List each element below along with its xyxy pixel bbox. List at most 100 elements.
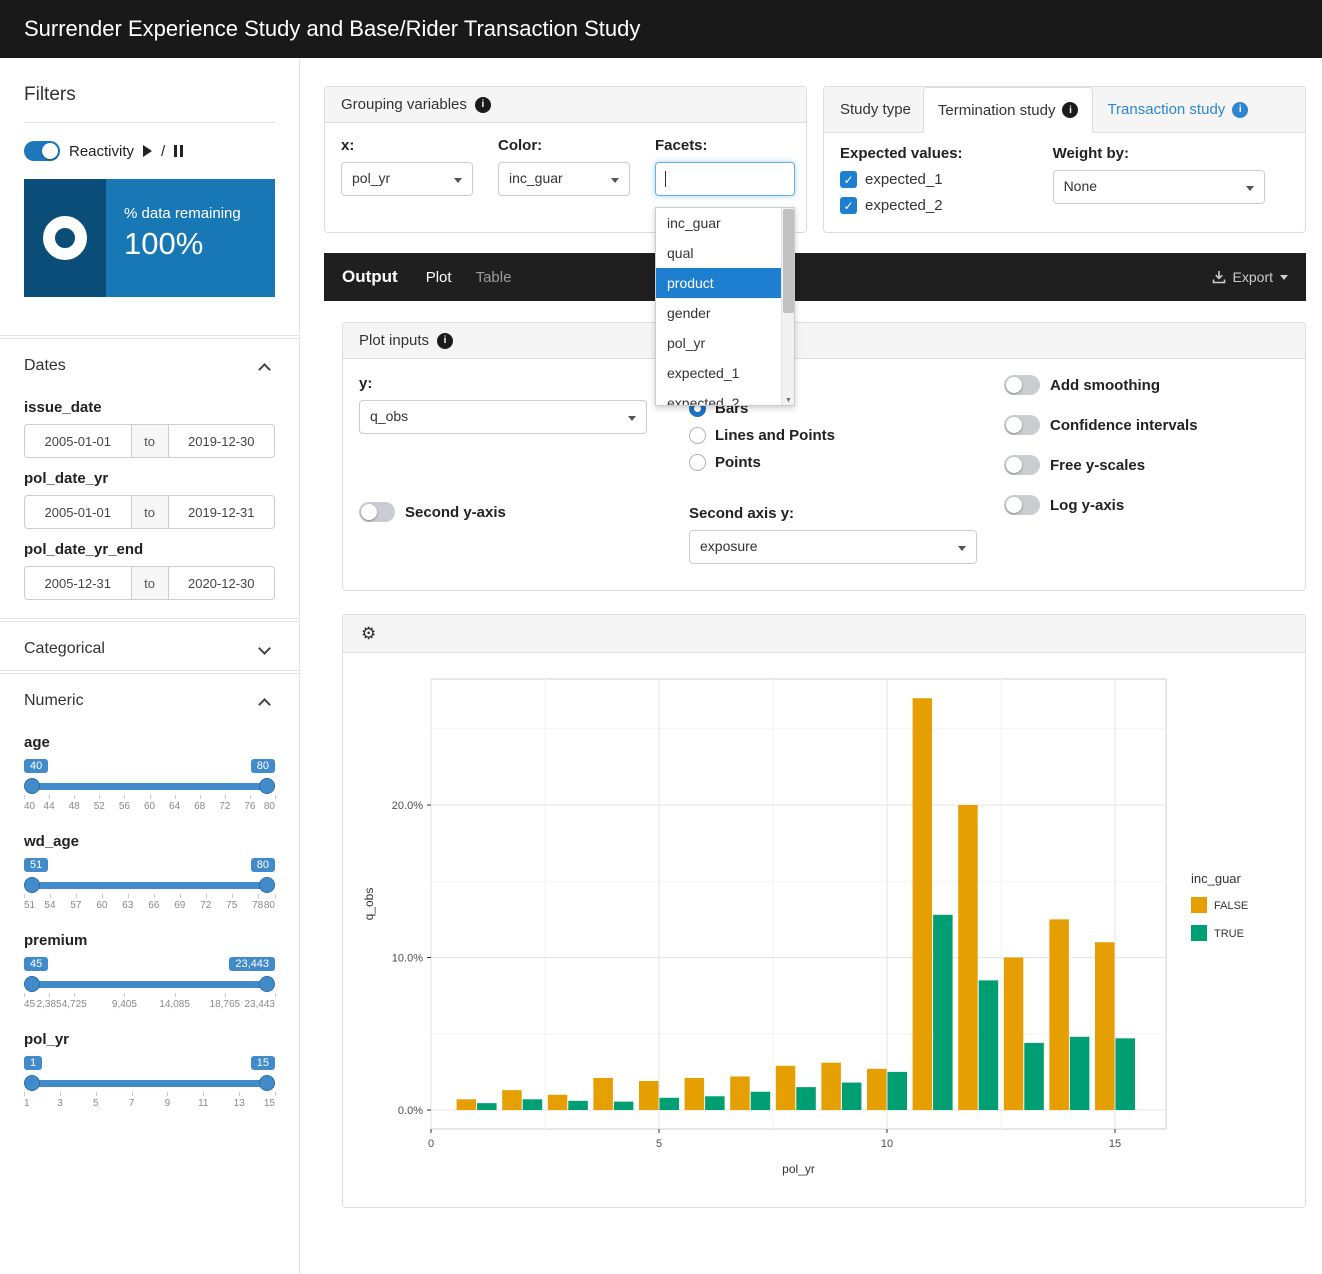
facet-option[interactable]: expected_2 <box>656 388 794 406</box>
play-icon[interactable] <box>143 145 152 157</box>
toggle-switch[interactable] <box>1004 455 1040 475</box>
toggle-confidence-intervals[interactable]: Confidence intervals <box>1004 415 1289 435</box>
second-axis-y-select[interactable]: exposure <box>689 530 977 564</box>
output-bar: Output Plot Table Export <box>324 253 1306 301</box>
checkbox-expected_1[interactable]: ✓expected_1 <box>840 171 963 188</box>
x-select[interactable]: pol_yr <box>341 162 473 196</box>
toggle-label: Log y-axis <box>1050 497 1124 514</box>
date-from-input[interactable] <box>24 495 131 529</box>
checkbox-icon[interactable]: ✓ <box>840 171 857 188</box>
section-dates[interactable]: Dates <box>24 339 275 387</box>
scrollbar-thumb[interactable] <box>783 209 794 313</box>
slider-handle-min[interactable] <box>24 778 40 794</box>
date-range: to <box>24 495 275 529</box>
slider-tick-mark <box>49 993 50 997</box>
toggle-free-y-scales[interactable]: Free y-scales <box>1004 455 1289 475</box>
slider-handle-min[interactable] <box>24 877 40 893</box>
facet-option[interactable]: product <box>656 268 794 298</box>
range-slider[interactable]: 11513579111315 <box>24 1056 275 1114</box>
info-icon[interactable]: i <box>1062 102 1078 118</box>
slider-premium: premium4523,443452,3854,7259,40514,08518… <box>24 932 275 1015</box>
slider-handle-max[interactable] <box>259 1075 275 1091</box>
scrollbar-down-arrow[interactable]: ▼ <box>782 397 795 404</box>
date-to-input[interactable] <box>169 424 276 458</box>
date-field-label: pol_date_yr_end <box>24 541 275 558</box>
sidebar: Filters Reactivity / % data remaining 10… <box>0 58 300 1274</box>
second-y-axis-toggle-row[interactable]: Second y-axis <box>359 502 689 522</box>
slider-tick-mark <box>99 795 100 799</box>
section-numeric[interactable]: Numeric <box>24 674 275 722</box>
slider-tick-mark <box>50 894 51 898</box>
slider-tick-mark <box>60 1092 61 1096</box>
facet-option[interactable]: qual <box>656 238 794 268</box>
slider-tick-mark <box>132 1092 133 1096</box>
radio-icon[interactable] <box>689 427 706 444</box>
slider-tick-label: 52 <box>94 801 105 812</box>
color-select[interactable]: inc_guar <box>498 162 630 196</box>
filters-title: Filters <box>24 84 275 106</box>
pause-icon[interactable] <box>174 145 183 157</box>
slider-handle-min[interactable] <box>24 1075 40 1091</box>
y-select[interactable]: q_obs <box>359 400 647 434</box>
date-from-input[interactable] <box>24 424 131 458</box>
toggle-label: Confidence intervals <box>1050 417 1198 434</box>
plot-inputs-title: Plot inputs <box>359 332 429 349</box>
toggle-switch[interactable] <box>1004 495 1040 515</box>
slider-fill <box>28 1080 271 1087</box>
facets-input[interactable] <box>655 162 795 196</box>
tab-transaction-study[interactable]: Transaction study i <box>1093 87 1262 132</box>
bar-true-polyr-5 <box>660 1098 680 1110</box>
y-select-value: q_obs <box>370 408 408 424</box>
reactivity-toggle[interactable] <box>24 141 60 161</box>
toggle-add-smoothing[interactable]: Add smoothing <box>1004 375 1289 395</box>
gear-icon[interactable]: ⚙ <box>361 624 376 644</box>
geometry-option-lines-and-points[interactable]: Lines and Points <box>689 427 1004 444</box>
slider-ticks: 4044485256606468727680 <box>24 795 275 815</box>
section-categorical[interactable]: Categorical <box>24 622 275 670</box>
checkbox-expected_2[interactable]: ✓expected_2 <box>840 197 963 214</box>
tab-plot[interactable]: Plot <box>426 269 452 286</box>
radio-icon[interactable] <box>689 454 706 471</box>
caret-down-icon <box>454 178 462 183</box>
toggle-label: Free y-scales <box>1050 457 1145 474</box>
facet-option[interactable]: expected_1 <box>656 358 794 388</box>
slider-pol_yr: pol_yr11513579111315 <box>24 1031 275 1114</box>
info-icon[interactable]: i <box>437 333 453 349</box>
facet-option[interactable]: inc_guar <box>656 208 794 238</box>
facet-option[interactable]: pol_yr <box>656 328 794 358</box>
geometry-option-points[interactable]: Points <box>689 454 1004 471</box>
facet-option[interactable]: gender <box>656 298 794 328</box>
slider-handle-min[interactable] <box>24 976 40 992</box>
toggle-log-y-axis[interactable]: Log y-axis <box>1004 495 1289 515</box>
export-button[interactable]: Export <box>1212 269 1288 285</box>
checkbox-icon[interactable]: ✓ <box>840 197 857 214</box>
bar-false-polyr-8 <box>776 1066 796 1110</box>
toggle-switch[interactable] <box>1004 375 1040 395</box>
y-label: y: <box>359 375 689 392</box>
info-icon[interactable]: i <box>475 97 491 113</box>
info-icon[interactable]: i <box>1232 102 1248 118</box>
date-from-input[interactable] <box>24 566 131 600</box>
toggle-switch[interactable] <box>1004 415 1040 435</box>
slider-tick-mark <box>250 795 251 799</box>
range-slider[interactable]: 4523,443452,3854,7259,40514,08518,76523,… <box>24 957 275 1015</box>
tab-termination-study[interactable]: Termination study i <box>923 87 1094 133</box>
slider-tick-mark <box>74 795 75 799</box>
date-to-input[interactable] <box>169 566 276 600</box>
range-slider[interactable]: 40804044485256606468727680 <box>24 759 275 817</box>
date-fields: issue_datetopol_date_yrtopol_date_yr_end… <box>24 399 275 600</box>
range-slider[interactable]: 51805154576063666972757880 <box>24 858 275 916</box>
dropdown-scrollbar[interactable]: ▼ <box>781 208 794 405</box>
slider-handle-max[interactable] <box>259 778 275 794</box>
date-range: to <box>24 424 275 458</box>
slider-handle-max[interactable] <box>259 976 275 992</box>
caret-down-icon <box>1280 275 1288 280</box>
second-y-axis-toggle[interactable] <box>359 502 395 522</box>
slider-handle-max[interactable] <box>259 877 275 893</box>
date-to-input[interactable] <box>169 495 276 529</box>
weight-by-select[interactable]: None <box>1053 170 1265 204</box>
slider-max-badge: 15 <box>251 1056 275 1070</box>
tab-table[interactable]: Table <box>476 269 512 286</box>
slider-max-badge: 80 <box>251 858 275 872</box>
slider-tick-mark <box>239 1092 240 1096</box>
